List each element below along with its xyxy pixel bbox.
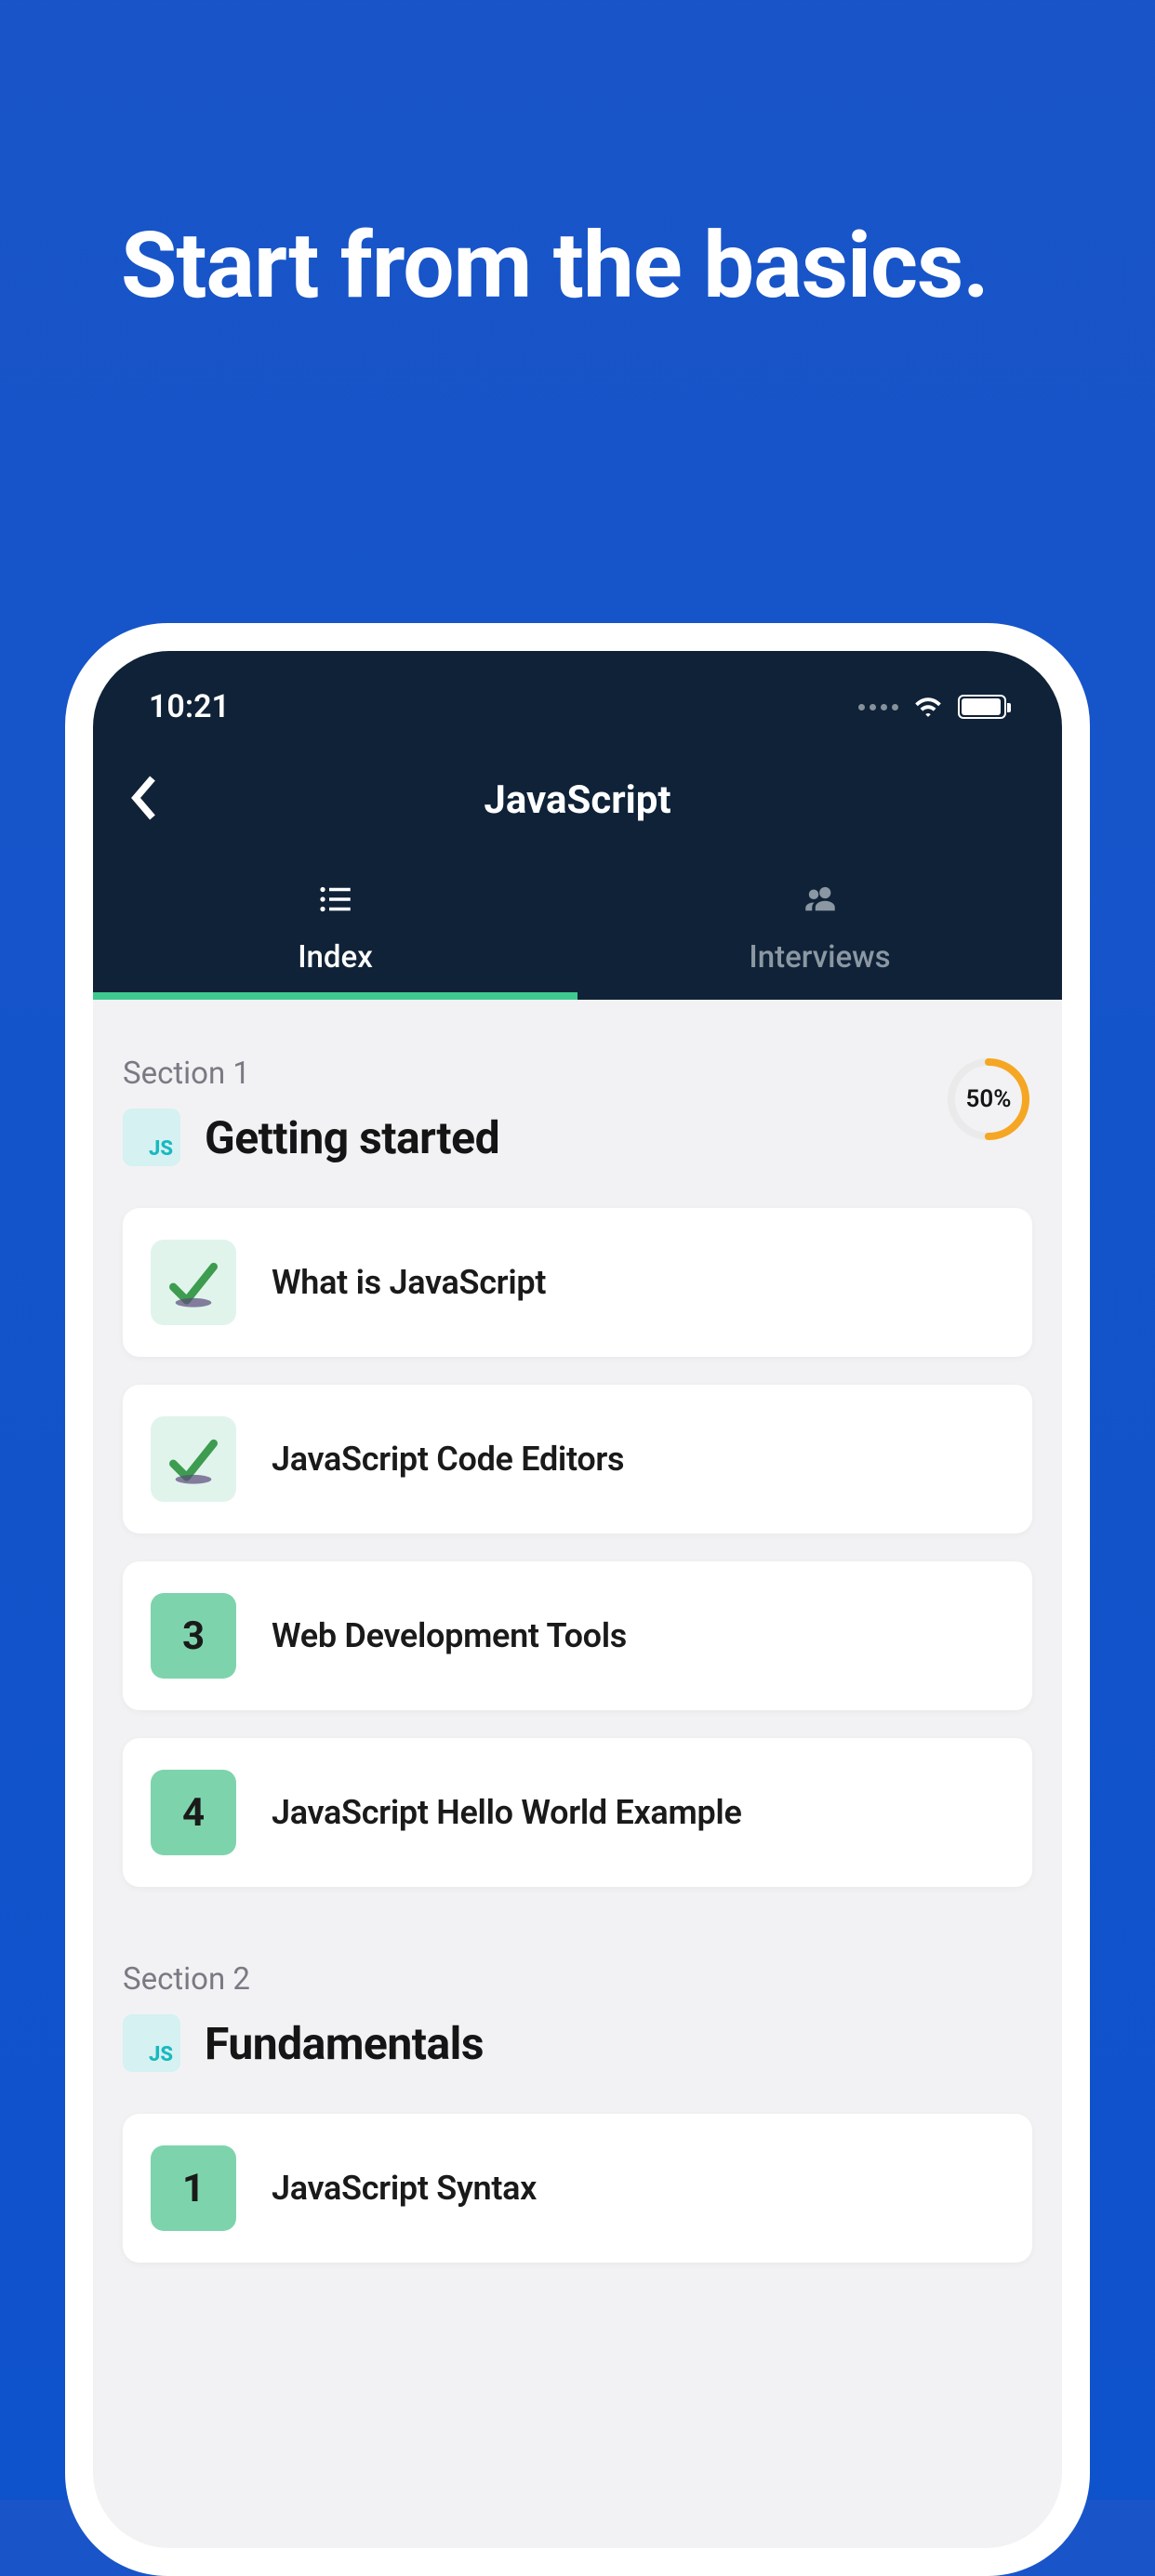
lesson-number-icon: 4 xyxy=(151,1770,236,1855)
list-icon xyxy=(316,880,355,923)
cellular-icon xyxy=(858,704,898,710)
section-label: Section 1 xyxy=(123,1056,499,1092)
lesson-item[interactable]: 1 JavaScript Syntax xyxy=(123,2114,1032,2263)
section-header: Section 1 JS Getting started 50% xyxy=(123,1056,1032,1166)
lesson-title: JavaScript Syntax xyxy=(272,2169,537,2208)
js-badge-icon: JS xyxy=(123,1109,180,1166)
lesson-title: JavaScript Code Editors xyxy=(272,1440,624,1479)
phone-screen: 10:21 JavaScript Index xyxy=(93,651,1062,2548)
people-icon xyxy=(801,880,840,923)
tab-label: Index xyxy=(298,939,373,976)
lesson-title: JavaScript Hello World Example xyxy=(272,1793,742,1832)
wifi-icon xyxy=(911,688,945,725)
lesson-list: 1 JavaScript Syntax xyxy=(123,2114,1032,2263)
lesson-item[interactable]: 4 JavaScript Hello World Example xyxy=(123,1738,1032,1887)
tab-index[interactable]: Index xyxy=(93,856,578,1000)
lesson-item[interactable]: JavaScript Code Editors xyxy=(123,1385,1032,1534)
header-bar: JavaScript xyxy=(93,744,1062,856)
status-time: 10:21 xyxy=(149,688,230,725)
page-title: JavaScript xyxy=(130,777,1025,823)
section-title: Getting started xyxy=(205,1111,499,1164)
back-button[interactable] xyxy=(130,776,158,824)
lesson-item[interactable]: What is JavaScript xyxy=(123,1208,1032,1357)
content[interactable]: Section 1 JS Getting started 50% xyxy=(93,1000,1062,2263)
lesson-number-icon: 1 xyxy=(151,2145,236,2231)
progress-ring: 50% xyxy=(945,1056,1032,1143)
battery-icon xyxy=(958,695,1006,719)
tab-label: Interviews xyxy=(749,939,890,976)
section-title: Fundamentals xyxy=(205,2017,484,2070)
checkmark-icon xyxy=(151,1416,236,1502)
checkmark-icon xyxy=(151,1240,236,1325)
lesson-title: What is JavaScript xyxy=(272,1263,546,1302)
section-label: Section 2 xyxy=(123,1961,484,1998)
status-indicators xyxy=(858,688,1006,725)
tab-interviews[interactable]: Interviews xyxy=(578,856,1062,1000)
lesson-title: Web Development Tools xyxy=(272,1616,627,1655)
lesson-number-icon: 3 xyxy=(151,1593,236,1679)
phone-frame: 10:21 JavaScript Index xyxy=(65,623,1090,2576)
js-badge-icon: JS xyxy=(123,2014,180,2072)
section-header: Section 2 JS Fundamentals xyxy=(123,1961,1032,2072)
tabs: Index Interviews xyxy=(93,856,1062,1000)
lesson-list: What is JavaScript JavaScript Code Edito… xyxy=(123,1208,1032,1887)
progress-percent: 50% xyxy=(966,1085,1012,1113)
promo-headline: Start from the basics. xyxy=(121,214,989,319)
phone-notch xyxy=(359,651,796,716)
lesson-item[interactable]: 3 Web Development Tools xyxy=(123,1561,1032,1710)
